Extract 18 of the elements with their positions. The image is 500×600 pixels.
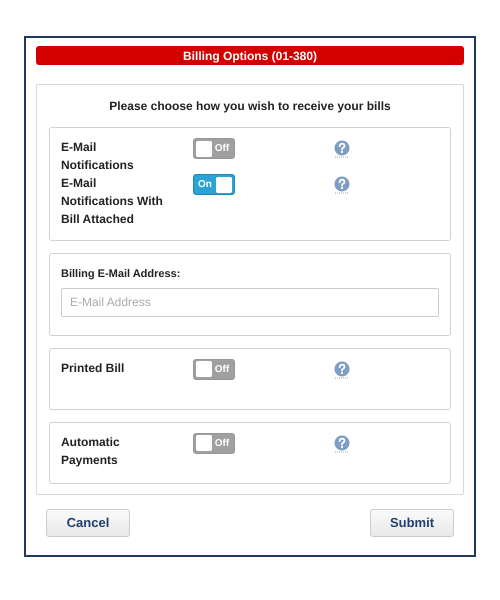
help-icon[interactable] xyxy=(334,176,350,194)
option-label: E-Mail Notifications With Bill Attached xyxy=(61,175,164,228)
cancel-button[interactable]: Cancel xyxy=(46,508,130,536)
toggle-switch[interactable]: Off xyxy=(193,138,235,159)
help-icon[interactable] xyxy=(334,140,350,158)
instruction-text: Please choose how you wish to receive your bills xyxy=(108,98,392,115)
toggle-switch[interactable]: On xyxy=(193,174,235,195)
toggle-switch[interactable]: Off xyxy=(193,358,235,380)
option-label: Printed Bill xyxy=(61,360,126,376)
dialog-title: Billing Options (01-380) xyxy=(36,46,464,65)
field-label: Billing E-Mail Address: xyxy=(61,267,182,282)
submit-button[interactable]: Submit xyxy=(370,508,454,536)
help-icon[interactable] xyxy=(334,434,350,452)
option-label: Automatic Payments xyxy=(61,434,121,468)
toggle-switch[interactable]: Off xyxy=(193,432,235,454)
help-icon[interactable] xyxy=(334,360,350,378)
email-input[interactable]: E-Mail Address xyxy=(61,288,439,316)
option-label: E-Mail Notifications xyxy=(61,139,135,174)
